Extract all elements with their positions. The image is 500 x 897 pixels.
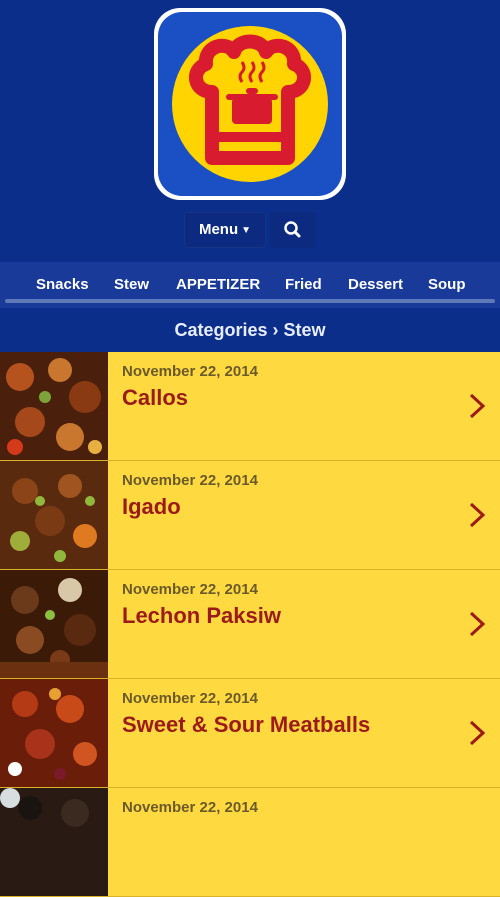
list-item[interactable]: November 22, 2014 Callos: [0, 352, 500, 461]
chevron-right-icon: [469, 611, 486, 637]
category-nav: Snacks Stew APPETIZER Fried Dessert Soup: [0, 262, 500, 308]
chevron-right-icon: [469, 720, 486, 746]
post-date: November 22, 2014: [122, 799, 258, 816]
nav-item-soup[interactable]: Soup: [428, 276, 466, 293]
post-date: November 22, 2014: [122, 690, 258, 707]
caret-down-icon: ▼: [241, 225, 252, 236]
post-title[interactable]: Callos: [122, 385, 188, 411]
post-title[interactable]: Sweet & Sour Meatballs: [122, 712, 370, 738]
post-thumbnail: [0, 679, 108, 787]
app-header: Menu ▼: [0, 0, 500, 262]
list-item[interactable]: November 22, 2014 Lechon Paksiw: [0, 570, 500, 679]
nav-item-snacks[interactable]: Snacks: [36, 276, 89, 293]
site-logo[interactable]: [154, 8, 346, 200]
nav-item-appetizer[interactable]: APPETIZER: [176, 276, 260, 293]
post-thumbnail: [0, 788, 108, 896]
nav-item-fried[interactable]: Fried: [285, 276, 322, 293]
nav-item-stew[interactable]: Stew: [114, 276, 149, 293]
nav-scrollbar[interactable]: [5, 299, 495, 303]
search-button[interactable]: [270, 212, 316, 248]
post-date: November 22, 2014: [122, 363, 258, 380]
chevron-right-icon: [469, 393, 486, 419]
list-item[interactable]: November 22, 2014 Igado: [0, 461, 500, 570]
list-item[interactable]: November 22, 2014: [0, 788, 500, 897]
post-thumbnail: [0, 570, 108, 678]
header-controls: Menu ▼: [0, 212, 500, 248]
nav-item-dessert[interactable]: Dessert: [348, 276, 403, 293]
menu-label: Menu: [198, 221, 239, 238]
chef-hat-pot-icon: [158, 12, 342, 196]
post-list: November 22, 2014 Callos November 22, 20…: [0, 352, 500, 897]
post-title[interactable]: Igado: [122, 494, 181, 520]
post-thumbnail: [0, 461, 108, 569]
post-date: November 22, 2014: [122, 472, 258, 489]
list-item[interactable]: November 22, 2014 Sweet & Sour Meatballs: [0, 679, 500, 788]
breadcrumb: Categories › Stew: [0, 308, 500, 352]
search-icon: [284, 221, 301, 238]
menu-button[interactable]: Menu ▼: [184, 212, 266, 248]
post-title[interactable]: Lechon Paksiw: [122, 603, 281, 629]
post-date: November 22, 2014: [122, 581, 258, 598]
post-thumbnail: [0, 352, 108, 460]
chevron-right-icon: [469, 502, 486, 528]
